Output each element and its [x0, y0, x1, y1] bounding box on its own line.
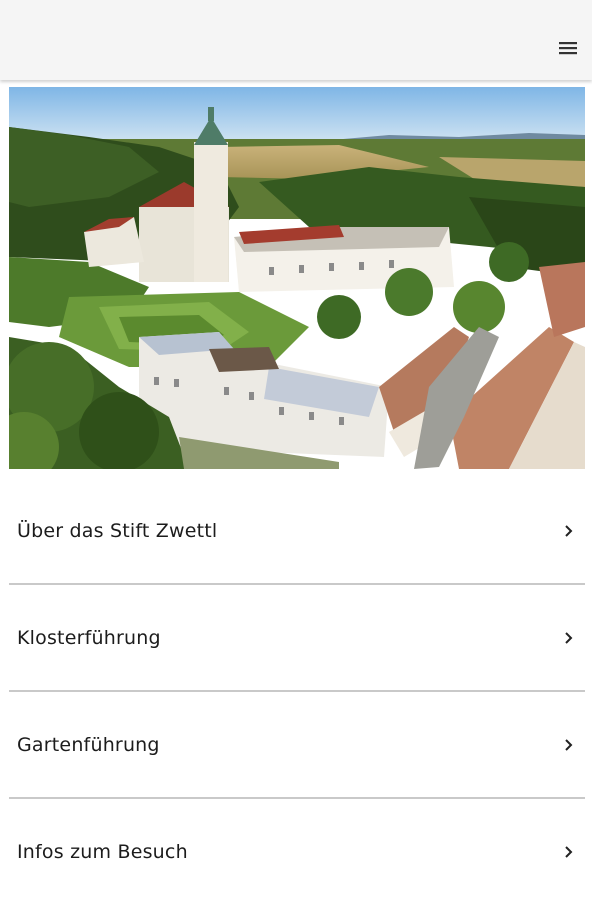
chevron-right-icon: [563, 845, 575, 859]
chevron-right-icon: [563, 738, 575, 752]
app-screen: Über das Stift Zwettl Klosterführung Gar…: [0, 0, 592, 900]
menu-item-label: Gartenführung: [17, 733, 160, 756]
menu-item-infos-zum-besuch[interactable]: Infos zum Besuch: [9, 799, 585, 900]
menu-item-label: Infos zum Besuch: [17, 840, 188, 863]
top-app-bar: [0, 0, 592, 80]
chevron-right-icon: [563, 524, 575, 538]
menu-item-gartenfuehrung[interactable]: Gartenführung: [9, 692, 585, 799]
hero-image: [9, 87, 585, 469]
menu-item-klosterfuehrung[interactable]: Klosterführung: [9, 585, 585, 692]
menu-item-ueber-das-stift[interactable]: Über das Stift Zwettl: [9, 478, 585, 585]
chevron-right-icon: [563, 631, 575, 645]
menu-item-label: Klosterführung: [17, 626, 161, 649]
menu-item-label: Über das Stift Zwettl: [17, 519, 218, 542]
hamburger-menu-icon[interactable]: [556, 36, 580, 60]
main-menu-list: Über das Stift Zwettl Klosterführung Gar…: [9, 478, 585, 900]
